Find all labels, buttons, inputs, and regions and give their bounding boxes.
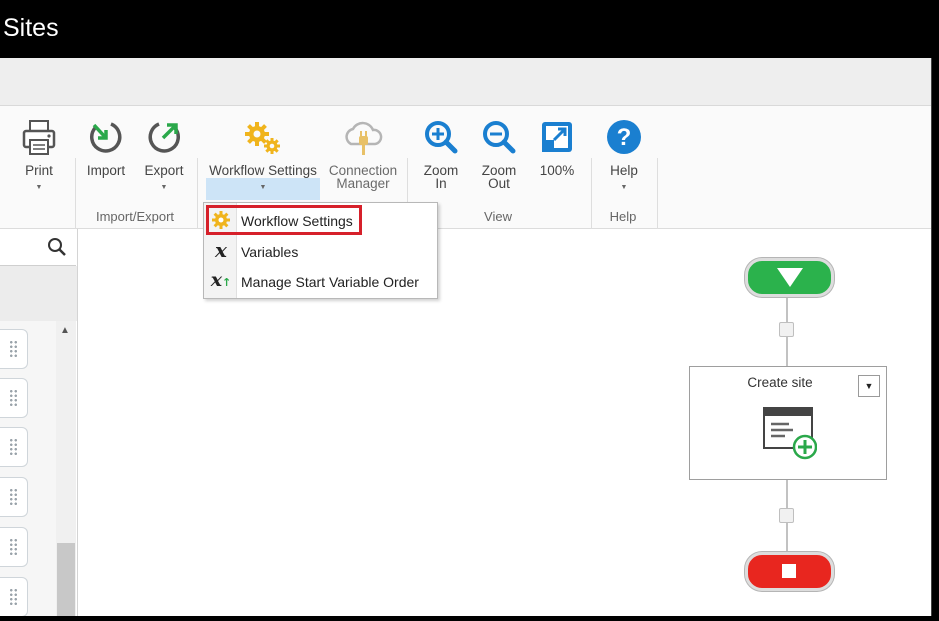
menu-item-manage-start-variable-order[interactable]: x↑ Manage Start Variable Order <box>204 266 437 294</box>
action-create-site[interactable]: Create site ▼ <box>689 366 887 480</box>
printer-icon <box>22 120 56 155</box>
zoom-out-label-2: Out <box>488 176 510 191</box>
action-title: Create site <box>747 375 813 390</box>
menu-item-label: Manage Start Variable Order <box>241 274 419 290</box>
zoom-in-button[interactable]: Zoom In <box>418 118 464 190</box>
import-icon <box>90 122 122 153</box>
action-item-handle[interactable] <box>0 527 28 567</box>
connection-manager-label-2: Manager <box>336 176 390 191</box>
action-item-handle[interactable] <box>0 477 28 517</box>
drag-grip-icon <box>9 588 18 606</box>
chevron-down-icon: ▼ <box>620 184 628 191</box>
drag-grip-icon <box>9 389 18 407</box>
help-icon: ? <box>607 120 641 154</box>
chevron-down-icon: ▼ <box>35 184 43 191</box>
drop-zone[interactable] <box>779 508 794 523</box>
search-icon[interactable] <box>47 237 67 257</box>
drag-grip-icon <box>9 538 18 556</box>
print-button[interactable]: Print ▼ <box>15 118 63 194</box>
action-item-handle[interactable] <box>0 378 28 418</box>
vertical-scrollbar[interactable]: ▲ <box>56 321 76 616</box>
title-bar: Sites <box>0 0 939 58</box>
help-button[interactable]: ? Help ▼ <box>601 118 647 194</box>
action-item-handle[interactable] <box>0 427 28 467</box>
stop-square-icon <box>782 564 796 578</box>
scrollbar-thumb[interactable] <box>57 543 75 616</box>
chevron-down-icon: ▼ <box>160 184 168 191</box>
zoom-100-label: 100% <box>539 163 575 178</box>
cloud-plug-icon <box>345 121 383 155</box>
workflow-settings-dropdown: Workflow Settings x Variables x↑ Manage … <box>203 202 438 299</box>
svg-text:?: ? <box>617 124 632 151</box>
zoom-in-icon <box>425 121 458 154</box>
action-item-handle[interactable] <box>0 329 28 369</box>
drag-grip-icon <box>9 438 18 456</box>
app-frame: Print ▼ Import Export ▼ Import/Export Wo… <box>0 58 932 616</box>
import-button[interactable]: Import <box>82 118 130 177</box>
create-site-icon <box>763 407 817 460</box>
start-triangle-icon <box>777 268 803 287</box>
zoom-out-button[interactable]: Zoom Out <box>476 118 522 190</box>
zoom-in-label-2: In <box>435 176 447 191</box>
import-export-group-label: Import/Export <box>95 209 175 224</box>
tab-strip <box>0 58 931 106</box>
fit-icon <box>542 122 572 152</box>
menu-item-variables[interactable]: x Variables <box>204 236 437 264</box>
connection-manager-button[interactable]: Connection Manager <box>325 118 401 190</box>
chevron-down-icon: ▼ <box>259 184 267 191</box>
drop-zone[interactable] <box>779 322 794 337</box>
workflow-start-node[interactable] <box>745 258 834 297</box>
action-menu-chevron-icon[interactable]: ▼ <box>858 375 880 397</box>
drag-grip-icon <box>9 340 18 358</box>
action-list <box>0 321 56 616</box>
view-group-label: View <box>484 209 512 224</box>
zoom-out-icon <box>483 121 516 154</box>
help-label: Help <box>610 163 638 178</box>
drag-grip-icon <box>9 488 18 506</box>
variable-order-icon: x↑ <box>210 269 232 291</box>
export-label: Export <box>144 163 184 178</box>
left-panel: ▲ <box>0 229 78 616</box>
action-item-handle[interactable] <box>0 577 28 616</box>
annotation-highlight-box <box>206 205 362 235</box>
window-title: Sites <box>3 14 59 42</box>
workflow-settings-label: Workflow Settings <box>209 163 317 178</box>
help-group-label: Help <box>609 209 637 224</box>
workflow-settings-button[interactable]: Workflow Settings ▼ <box>203 118 323 194</box>
zoom-100-button[interactable]: 100% <box>534 118 580 177</box>
export-icon <box>148 122 180 153</box>
gears-icon <box>245 122 280 154</box>
variable-icon: x <box>215 238 227 262</box>
export-button[interactable]: Export ▼ <box>140 118 188 194</box>
panel-header <box>0 266 77 321</box>
import-label: Import <box>86 163 126 178</box>
ribbon: Print ▼ Import Export ▼ Import/Export Wo… <box>0 106 931 272</box>
print-label: Print <box>25 163 53 178</box>
menu-item-label: Variables <box>241 244 299 260</box>
scroll-up-icon[interactable]: ▲ <box>60 325 70 336</box>
workflow-end-node[interactable] <box>745 552 834 591</box>
search-box[interactable] <box>0 229 76 266</box>
